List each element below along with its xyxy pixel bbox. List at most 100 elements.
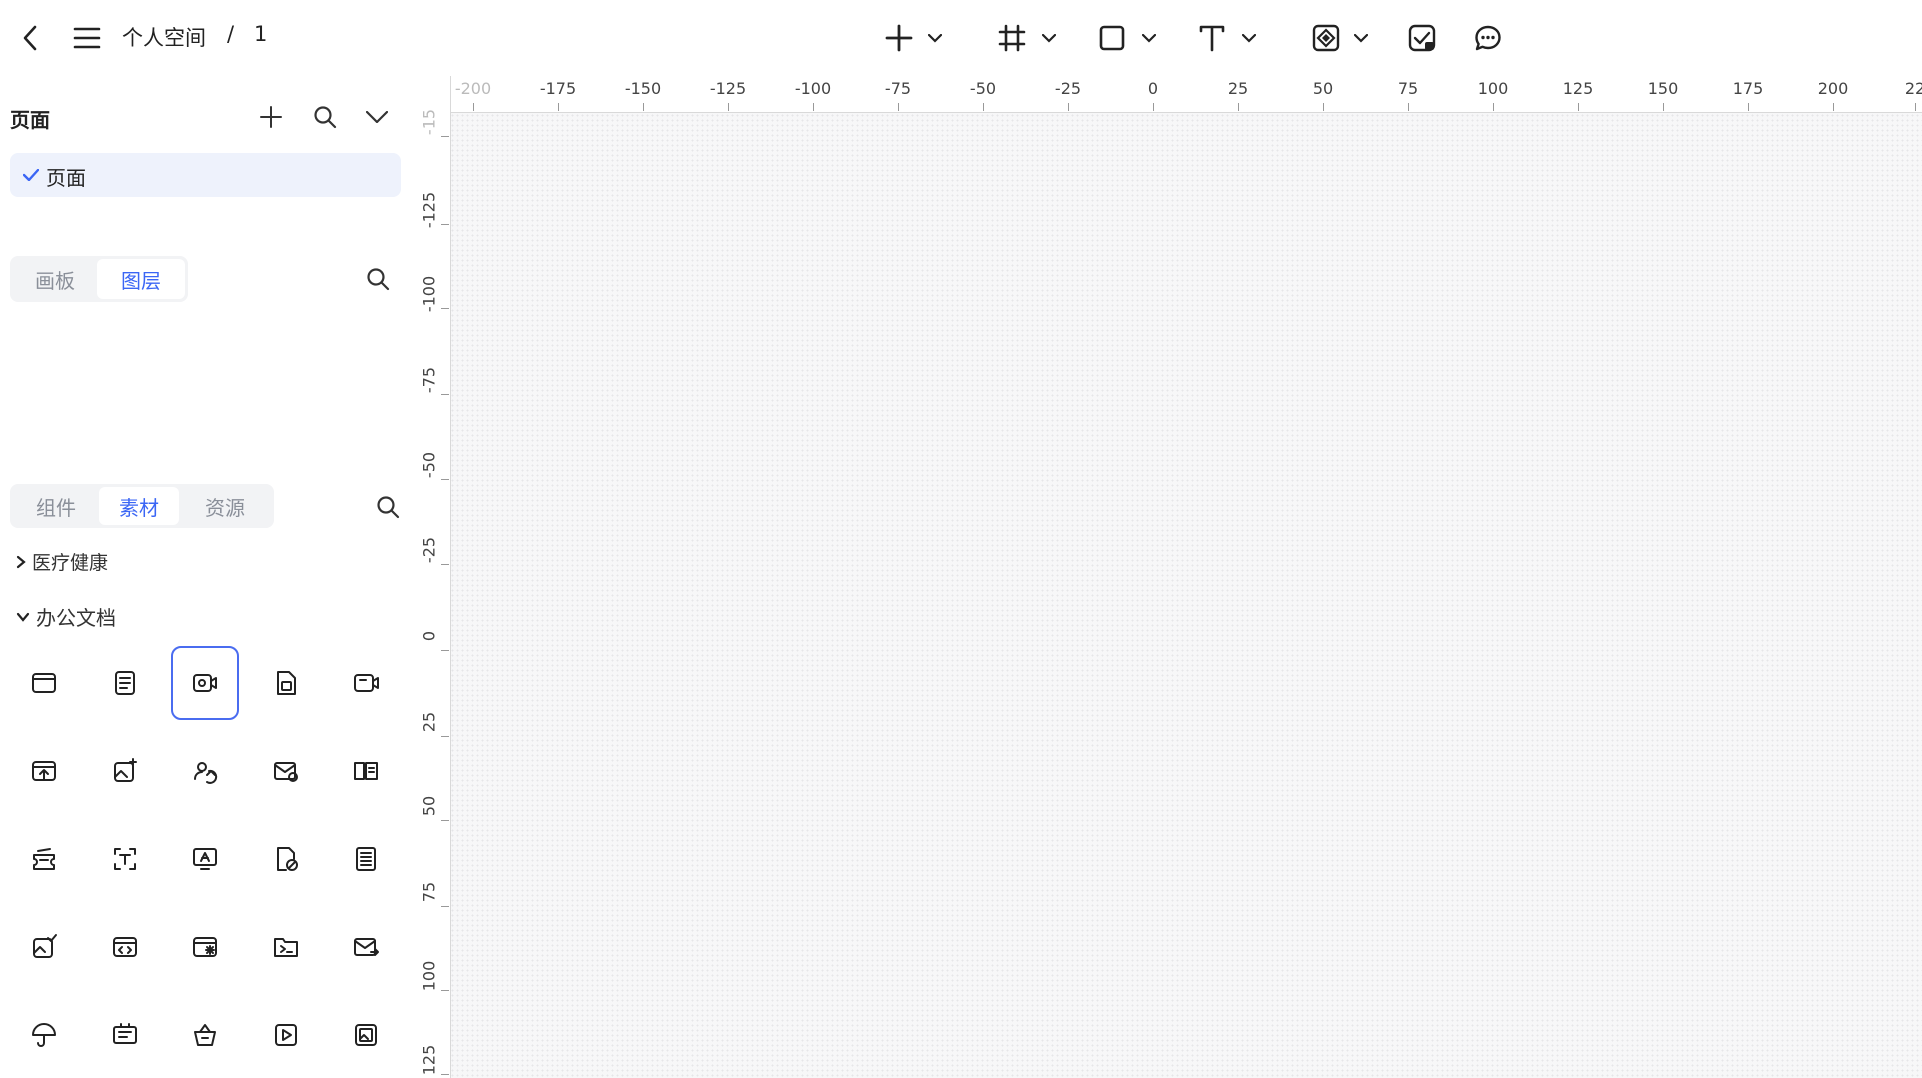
ruler-tick — [473, 103, 474, 111]
add-page-icon[interactable] — [256, 102, 286, 132]
play-box-icon — [272, 1021, 300, 1049]
ruler-tick — [441, 906, 449, 907]
ruler-tick — [1493, 103, 1494, 111]
add-icon[interactable] — [883, 22, 915, 54]
ruler-tick-label: -175 — [539, 79, 577, 98]
user-sync-icon — [191, 757, 219, 785]
ruler-tick-label: -50 — [969, 79, 997, 98]
asset-item[interactable] — [171, 910, 239, 984]
rectangle-tool-icon[interactable] — [1096, 22, 1128, 54]
page-list-item-label: 页面 — [46, 166, 86, 190]
asset-item[interactable] — [252, 646, 320, 720]
tab-resources[interactable]: 资源 — [179, 487, 271, 525]
back-icon[interactable] — [16, 18, 44, 58]
asset-item[interactable] — [171, 734, 239, 808]
folder-terminal-icon — [272, 933, 300, 961]
ruler-tick — [441, 736, 449, 737]
ruler-tick — [1663, 103, 1664, 111]
ticket-stack-icon — [30, 845, 58, 873]
ruler-tick — [1408, 103, 1409, 111]
page-list-item[interactable]: 页面 — [10, 153, 401, 197]
design-canvas[interactable] — [450, 113, 1922, 1078]
ruler-tick-label: 75 — [419, 881, 439, 903]
asset-item[interactable] — [252, 998, 320, 1072]
asset-item[interactable] — [171, 646, 239, 720]
file-blocked-icon — [272, 845, 300, 873]
asset-item[interactable] — [252, 910, 320, 984]
collapse-pages-icon[interactable] — [362, 104, 392, 130]
ruler-tick-label: -75 — [884, 79, 912, 98]
asset-item[interactable] — [252, 734, 320, 808]
breadcrumb-space[interactable]: 个人空间 — [122, 22, 206, 52]
asset-item[interactable] — [171, 998, 239, 1072]
ruler-tick — [813, 103, 814, 111]
ruler-tick-label: -25 — [419, 536, 439, 564]
list-document-icon — [352, 845, 380, 873]
ruler-tick — [898, 103, 899, 111]
chevron-down-icon[interactable] — [1352, 30, 1370, 46]
window-star-icon — [191, 933, 219, 961]
text-tool-icon[interactable] — [1196, 22, 1228, 54]
ruler-tick — [441, 394, 449, 395]
asset-item[interactable] — [171, 822, 239, 896]
chevron-down-icon[interactable] — [1240, 30, 1258, 46]
chevron-down-icon[interactable] — [926, 30, 944, 46]
asset-item[interactable] — [10, 822, 78, 896]
ruler-tick — [441, 479, 449, 480]
ruler-tick-label: 200 — [1817, 79, 1849, 98]
ruler-tick — [1578, 103, 1579, 111]
tab-components[interactable]: 组件 — [13, 487, 99, 525]
asset-item[interactable] — [332, 910, 400, 984]
ruler-tick — [441, 308, 449, 309]
asset-item[interactable] — [91, 646, 159, 720]
asset-item[interactable] — [91, 998, 159, 1072]
asset-item[interactable] — [10, 646, 78, 720]
ruler-tick-label: 150 — [1647, 79, 1679, 98]
breadcrumb-file[interactable]: 1 — [254, 22, 267, 46]
check-icon — [22, 167, 40, 183]
category-medical[interactable]: 医疗健康 — [16, 548, 108, 575]
asset-item[interactable] — [91, 910, 159, 984]
image-check-icon — [30, 933, 58, 961]
asset-item[interactable] — [91, 822, 159, 896]
search-layers-icon[interactable] — [363, 264, 393, 294]
video-document-icon — [191, 669, 219, 697]
frame-tool-icon[interactable] — [996, 22, 1028, 54]
asset-item[interactable] — [332, 734, 400, 808]
ruler-tick — [441, 224, 449, 225]
asset-item[interactable] — [10, 734, 78, 808]
component-tool-icon[interactable] — [1310, 22, 1342, 54]
browser-window-icon — [30, 669, 58, 697]
ruler-tick-label: -150 — [624, 79, 662, 98]
asset-item[interactable] — [10, 998, 78, 1072]
book-list-icon — [352, 757, 380, 785]
ai-check-icon[interactable] — [1406, 22, 1438, 54]
tab-materials[interactable]: 素材 — [99, 487, 179, 525]
asset-item[interactable] — [332, 646, 400, 720]
tab-layers[interactable]: 图层 — [97, 259, 185, 299]
menu-icon[interactable] — [72, 22, 102, 54]
ruler-tick-label: 0 — [419, 630, 439, 642]
ruler-tick — [558, 103, 559, 111]
chevron-right-icon — [16, 555, 26, 568]
asset-item[interactable] — [10, 910, 78, 984]
image-box-icon — [352, 1021, 380, 1049]
ruler-tick — [1915, 103, 1916, 111]
asset-item[interactable] — [332, 822, 400, 896]
ruler-tick — [1833, 103, 1834, 111]
tab-artboard[interactable]: 画板 — [13, 259, 97, 299]
asset-item[interactable] — [252, 822, 320, 896]
ruler-tick — [1748, 103, 1749, 111]
chevron-down-icon[interactable] — [1040, 30, 1058, 46]
search-pages-icon[interactable] — [310, 102, 340, 132]
asset-item[interactable] — [332, 998, 400, 1072]
category-office[interactable]: 办公文档 — [16, 602, 116, 631]
chevron-down-icon[interactable] — [1140, 30, 1158, 46]
ruler-tick-label: -200 — [454, 79, 492, 98]
comment-icon[interactable] — [1472, 22, 1504, 54]
ruler-tick — [728, 103, 729, 111]
search-assets-icon[interactable] — [373, 492, 403, 522]
image-text-icon — [191, 845, 219, 873]
mail-forward-icon — [352, 933, 380, 961]
asset-item[interactable] — [91, 734, 159, 808]
